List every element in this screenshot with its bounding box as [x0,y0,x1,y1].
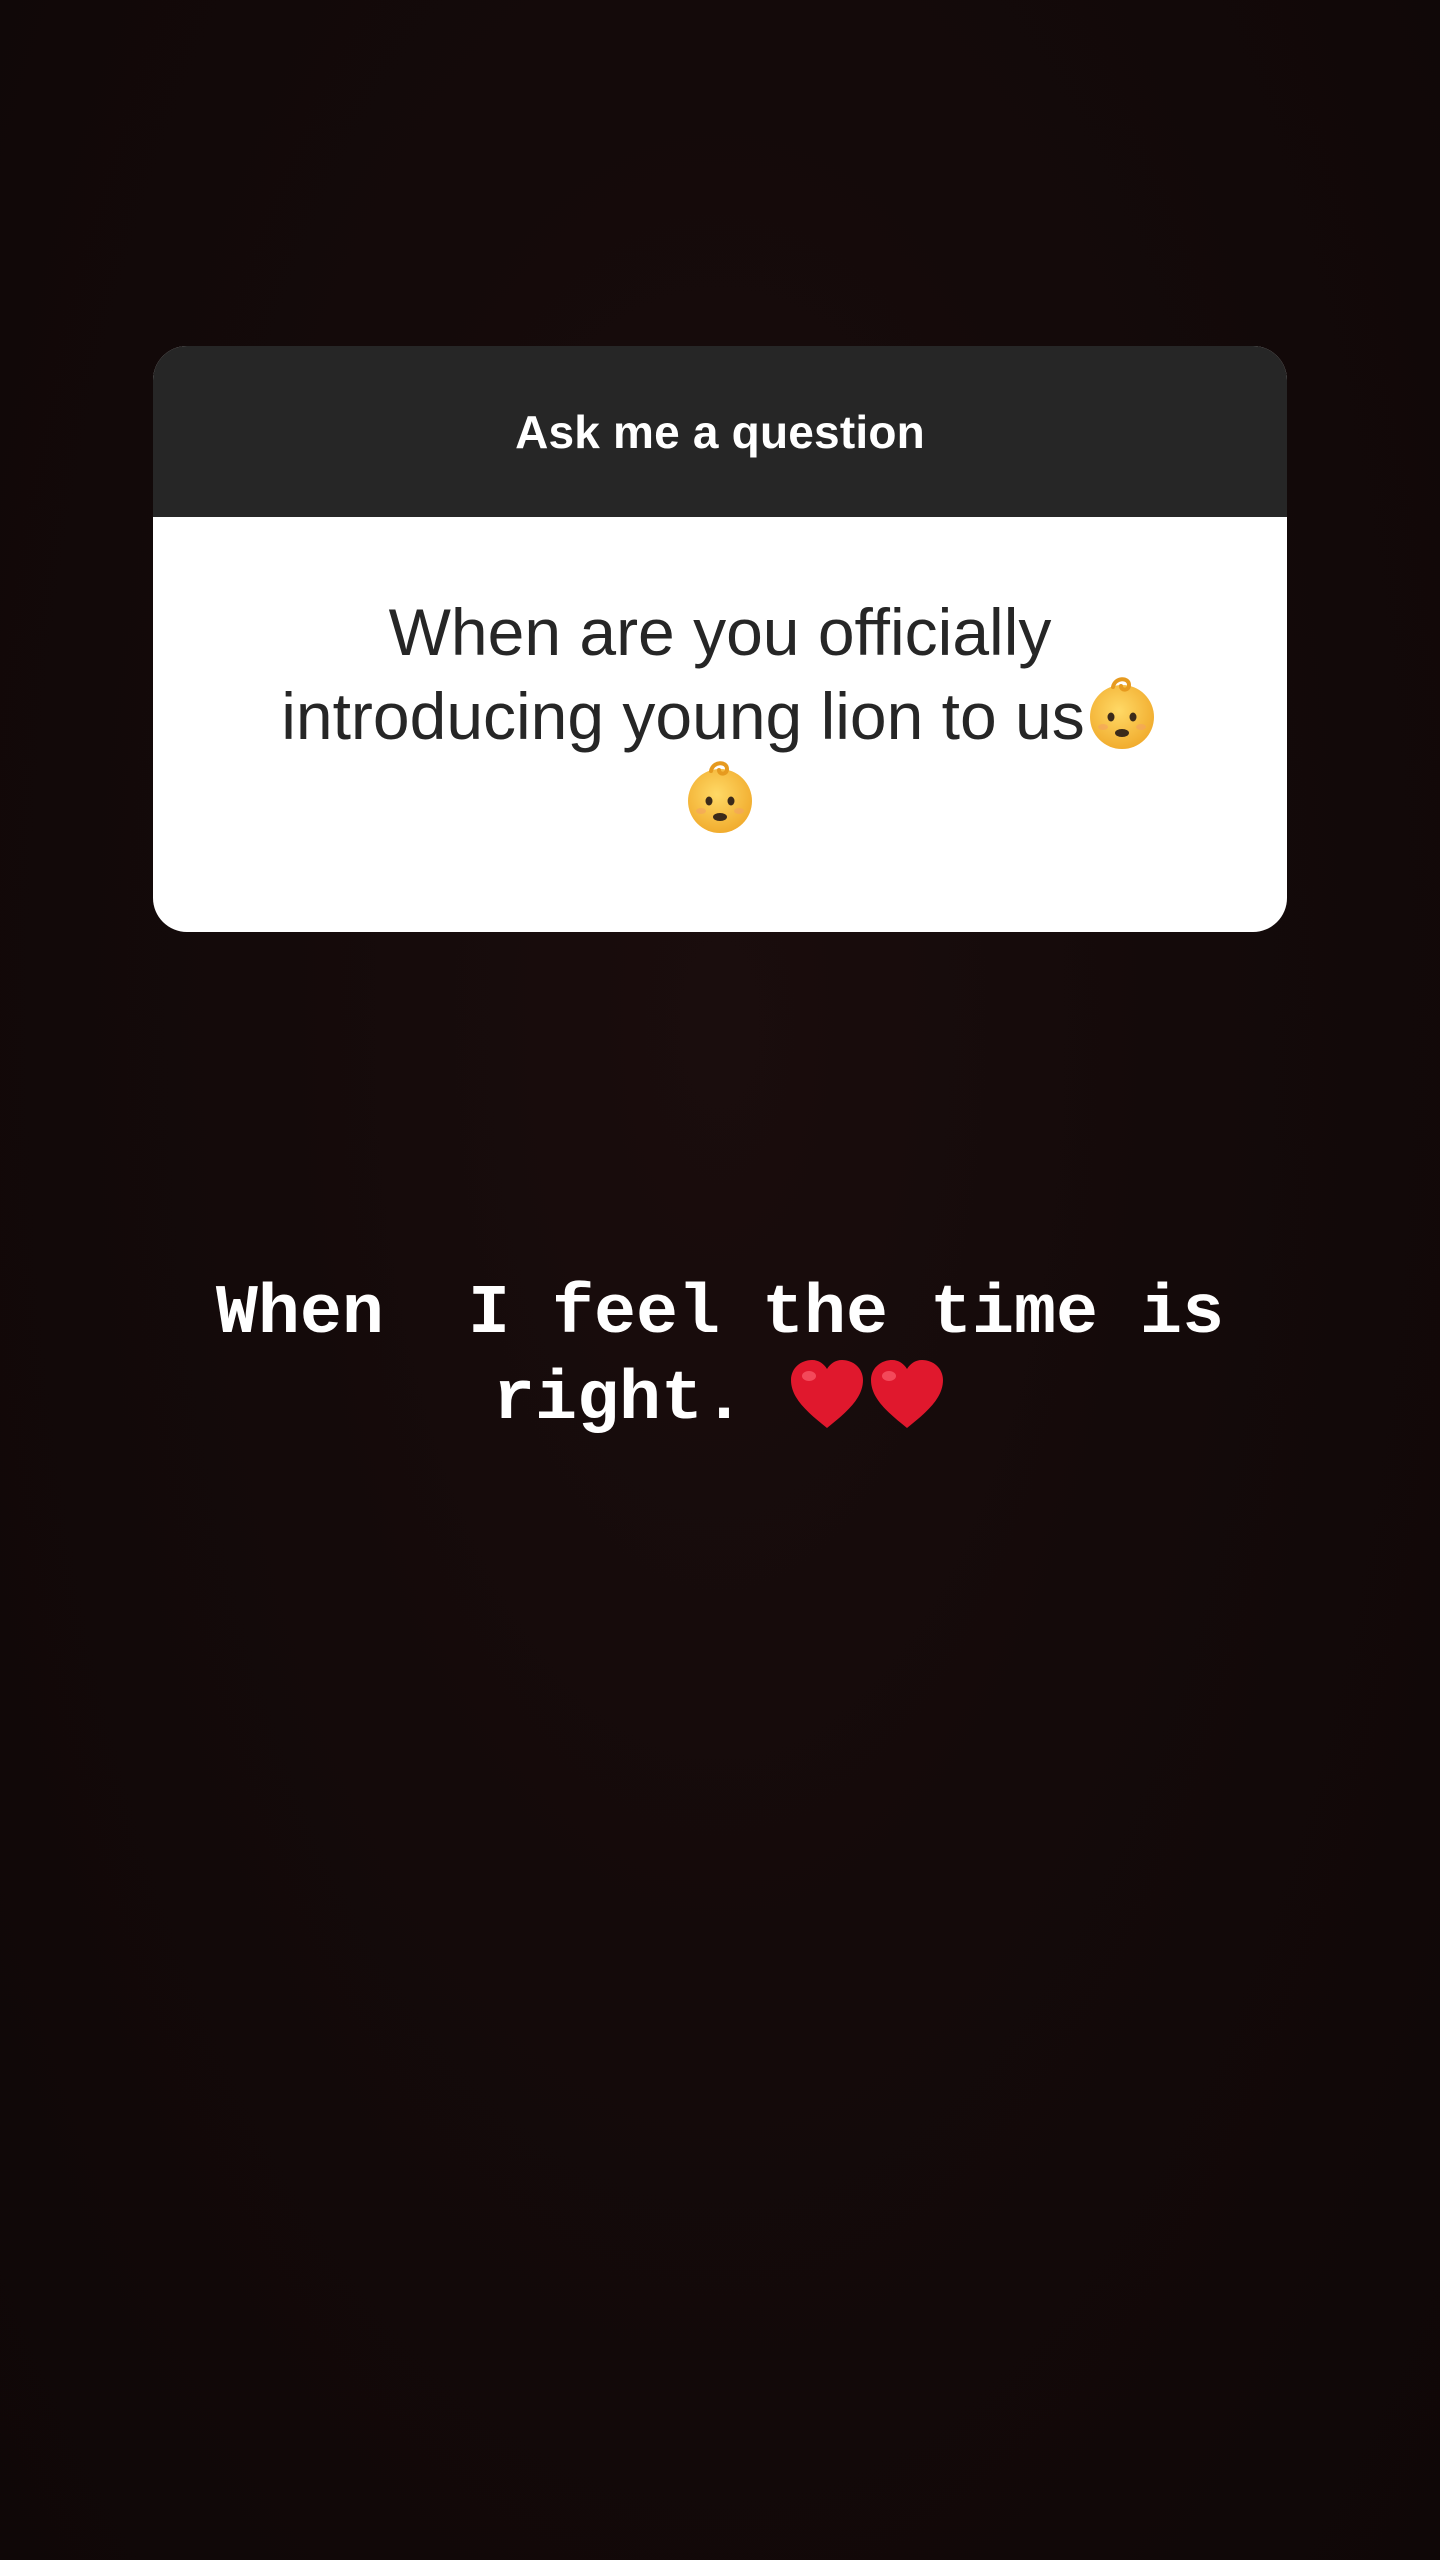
answer-text: When I feel the time is right. [120,1272,1320,1444]
question-sticker-header: Ask me a question [153,346,1287,517]
question-text-content: When are you officially introducing youn… [281,594,1085,753]
baby-emoji-icon [1089,677,1154,750]
question-sticker-title: Ask me a question [515,405,925,458]
question-text: When are you officially introducing youn… [240,590,1200,842]
red-heart-icon [791,1359,864,1428]
answer-line-1: When I feel the time is [215,1275,1225,1354]
question-sticker-body: When are you officially introducing youn… [153,517,1287,932]
baby-emoji-icon [688,761,752,834]
question-sticker: Ask me a question When are you officiall… [153,346,1287,932]
answer-line-2: right. [492,1361,788,1440]
red-heart-icon [871,1359,944,1428]
